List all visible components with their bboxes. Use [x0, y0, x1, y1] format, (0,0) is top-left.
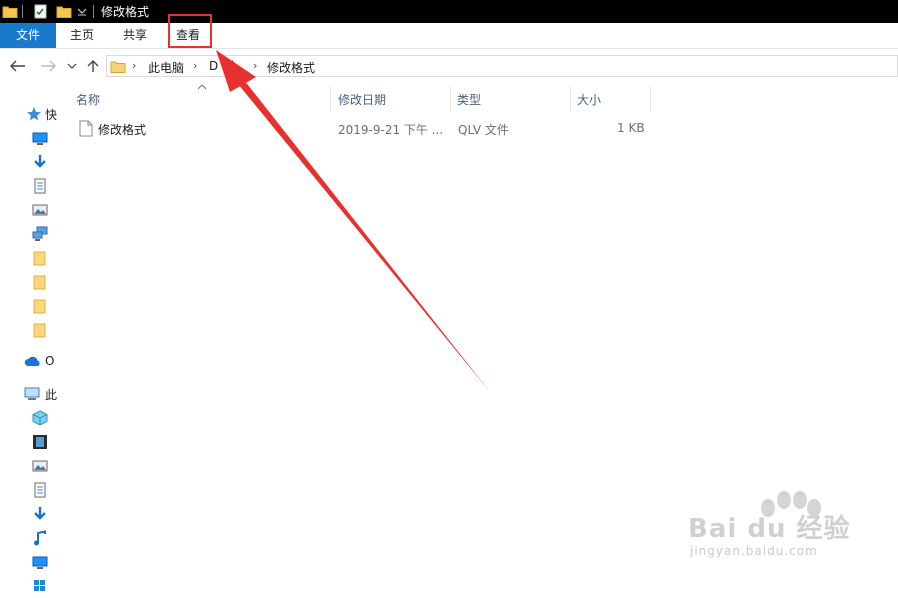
watermark-brand: Bai du 经验	[688, 514, 851, 544]
watermark-url: jingyan.baidu.com	[690, 544, 818, 558]
baidu-watermark: Bai du 经验 jingyan.baidu.com	[688, 470, 888, 580]
